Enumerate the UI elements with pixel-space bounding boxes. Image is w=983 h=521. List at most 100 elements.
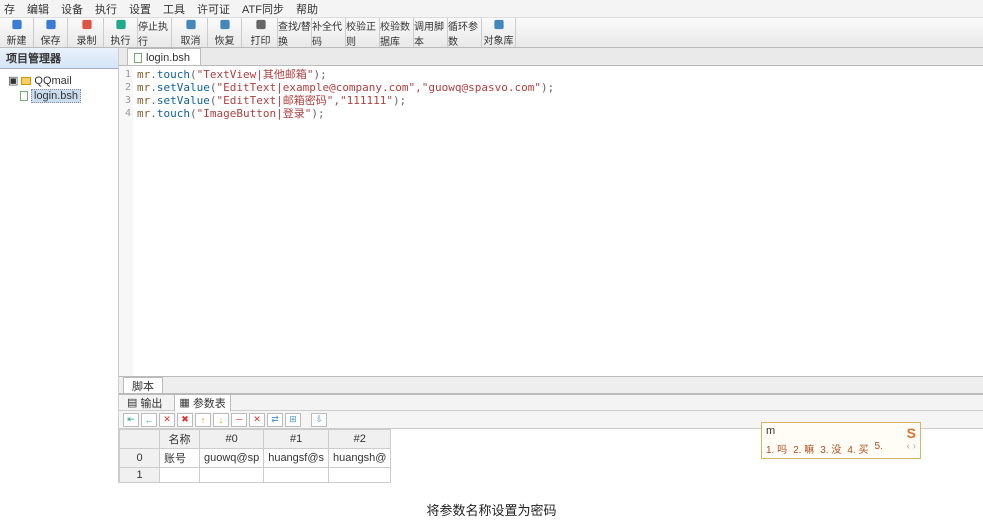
menu-item[interactable]: 设置: [129, 1, 151, 17]
toolbar-label: 调用脚本: [414, 18, 447, 48]
save-button[interactable]: 保存: [34, 18, 68, 47]
findrep-button[interactable]: 查找/替换: [278, 18, 312, 47]
toolbar: 新建保存录制执行停止执行取消恢复打印查找/替换补全代码校验正则校验数据库调用脚本…: [0, 18, 983, 48]
grid-rowhead[interactable]: 1: [120, 468, 160, 483]
ime-candidate[interactable]: 3. 没: [820, 441, 841, 456]
grid-header[interactable]: #1: [264, 430, 329, 449]
table-icon: ▦: [179, 396, 189, 409]
grid-cell[interactable]: 账号: [160, 449, 200, 468]
tab-params[interactable]: ▦ 参数表: [174, 394, 230, 412]
toolbar-label: 循环参数: [448, 18, 481, 48]
ime-candidate[interactable]: 4. 买: [847, 441, 868, 456]
ime-candidate[interactable]: 2. 嘛: [793, 441, 814, 456]
menu-item[interactable]: ATF同步: [242, 1, 284, 17]
menu-item[interactable]: 执行: [95, 1, 117, 17]
grid-header[interactable]: #2: [329, 430, 391, 449]
ime-candidates[interactable]: 1. 吗 2. 嘛 3. 没 4. 买 5. ‹ ›: [766, 441, 916, 456]
validatedb-button[interactable]: 校验数据库: [380, 18, 414, 47]
menu-item[interactable]: 许可证: [197, 1, 230, 17]
caption-text: 将参数名称设置为密码: [0, 500, 983, 519]
stop-button[interactable]: 停止执行: [138, 18, 172, 47]
grid-cell[interactable]: huangsf@s: [264, 449, 329, 468]
grid-header[interactable]: [120, 430, 160, 449]
menu-item[interactable]: 帮助: [296, 1, 318, 17]
menu-bar: 存 编辑 设备 执行 设置 工具 许可证 ATF同步 帮助: [0, 0, 983, 18]
file-icon: [134, 53, 142, 63]
import-button[interactable]: ⇩: [311, 413, 327, 427]
panel-title: 项目管理器: [0, 48, 118, 69]
editor-mode-tabs: 脚本: [119, 377, 983, 394]
link-button[interactable]: ⇄: [267, 413, 283, 427]
movedown-button[interactable]: ↓: [213, 413, 229, 427]
moveup-button[interactable]: ↑: [195, 413, 211, 427]
toolbar-label: 取消: [181, 32, 201, 47]
project-explorer: 项目管理器 ▣ QQmail login.bsh: [0, 48, 119, 483]
print-icon: [254, 18, 268, 31]
content-area: login.bsh 1234 mr.touch("TextView|其他邮箱")…: [119, 48, 983, 483]
grid-cell[interactable]: [264, 468, 329, 483]
param-grid[interactable]: 名称#0#1#2 0账号guowq@sphuangsf@shuangsh@ 1: [119, 429, 391, 483]
redo-button[interactable]: 恢复: [208, 18, 242, 47]
copy-button[interactable]: ⊞: [285, 413, 301, 427]
clear-button[interactable]: ✖: [177, 413, 193, 427]
callscript-button[interactable]: 调用脚本: [414, 18, 448, 47]
new-button[interactable]: 新建: [0, 18, 34, 47]
toolbar-label: 新建: [7, 32, 27, 47]
loopparam-button[interactable]: 循环参数: [448, 18, 482, 47]
remove-col-button[interactable]: ✕: [249, 413, 265, 427]
grid-cell[interactable]: [329, 468, 391, 483]
code-editor[interactable]: 1234 mr.touch("TextView|其他邮箱");mr.setVal…: [119, 66, 983, 377]
ime-candidate[interactable]: 1. 吗: [766, 441, 787, 456]
new-icon: [10, 18, 24, 31]
line-gutter: 1234: [119, 66, 133, 376]
tab-label: 输出: [140, 395, 162, 411]
output-icon: ▤: [127, 396, 137, 409]
run-button[interactable]: 执行: [104, 18, 138, 47]
grid-cell[interactable]: guowq@sp: [200, 449, 264, 468]
menu-item[interactable]: 编辑: [27, 1, 49, 17]
grid-rowhead[interactable]: 0: [120, 449, 160, 468]
tree-node-file[interactable]: login.bsh: [2, 88, 116, 104]
prev-button[interactable]: ←: [141, 413, 157, 427]
tree-label: QQmail: [34, 75, 71, 87]
delete-button[interactable]: ✕: [159, 413, 175, 427]
tab-output[interactable]: ▤ 输出: [123, 395, 166, 411]
toolbar-label: 保存: [41, 32, 61, 47]
record-button[interactable]: 录制: [70, 18, 104, 47]
ime-nav[interactable]: ‹ ›: [907, 441, 916, 456]
editor-tab[interactable]: login.bsh: [127, 48, 201, 65]
objlib-icon: [492, 18, 506, 31]
complete-button[interactable]: 补全代码: [312, 18, 346, 47]
undo-button[interactable]: 取消: [174, 18, 208, 47]
menu-item[interactable]: 工具: [163, 1, 185, 17]
undo-icon: [184, 18, 198, 31]
tab-label: 参数表: [193, 395, 226, 411]
folder-icon: [21, 77, 31, 85]
validate-button[interactable]: 校验正则: [346, 18, 380, 47]
tab-script[interactable]: 脚本: [123, 377, 163, 393]
first-button[interactable]: ⇤: [123, 413, 139, 427]
menu-item[interactable]: 存: [4, 1, 15, 17]
expand-icon[interactable]: ▣: [8, 74, 18, 87]
code-body[interactable]: mr.touch("TextView|其他邮箱");mr.setValue("E…: [133, 66, 983, 376]
output-tabs: ▤ 输出 ▦ 参数表: [119, 395, 983, 411]
print-button[interactable]: 打印: [244, 18, 278, 47]
project-tree: ▣ QQmail login.bsh: [0, 69, 118, 108]
toolbar-label: 恢复: [215, 32, 235, 47]
grid-header[interactable]: 名称: [160, 430, 200, 449]
grid-cell[interactable]: [200, 468, 264, 483]
grid-cell[interactable]: [160, 468, 200, 483]
remove-row-button[interactable]: －: [231, 413, 247, 427]
record-icon: [80, 18, 94, 31]
grid-header[interactable]: #0: [200, 430, 264, 449]
ime-candidate[interactable]: 5.: [875, 441, 883, 456]
grid-cell[interactable]: huangsh@: [329, 449, 391, 468]
ime-input: m: [766, 425, 775, 441]
ime-logo-icon: S: [907, 425, 916, 441]
ime-candidate-box[interactable]: m S 1. 吗 2. 嘛 3. 没 4. 买 5. ‹ ›: [761, 422, 921, 459]
tree-node-root[interactable]: ▣ QQmail: [2, 73, 116, 88]
toolbar-label: 执行: [111, 32, 131, 47]
menu-item[interactable]: 设备: [61, 1, 83, 17]
file-icon: [20, 91, 28, 101]
objlib-button[interactable]: 对象库: [482, 18, 516, 47]
